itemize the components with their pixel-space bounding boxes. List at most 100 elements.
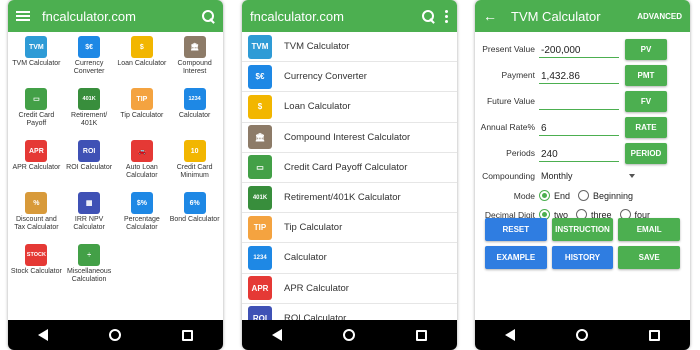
tvm-form: Present Value -200,000 PV Payment 1,432.86 PM… xyxy=(475,36,690,224)
field-label: Periods xyxy=(506,148,535,158)
nav-home-icon[interactable] xyxy=(108,329,121,341)
overflow-menu-icon[interactable] xyxy=(445,9,449,23)
discount-icon: % xyxy=(25,192,48,214)
compounding-select[interactable]: Monthly xyxy=(539,171,635,181)
percentage-icon: $% xyxy=(130,192,153,214)
grid-item[interactable]: 10 Credit Card Minimum xyxy=(168,140,221,186)
apr-icon: APR xyxy=(248,276,272,301)
grid-item[interactable]: $% Percentage Calculator xyxy=(116,192,169,238)
list-item[interactable]: 🏛 Compound Interest Calculator xyxy=(242,123,457,153)
list-item[interactable]: 1234 Calculator xyxy=(242,243,457,274)
list-item-label: Compound Interest Calculator xyxy=(284,131,411,143)
retirement-icon: 401K xyxy=(78,88,101,110)
tip-icon: TIP xyxy=(248,215,272,240)
advanced-button[interactable]: ADVANCED xyxy=(637,12,682,21)
compute-pmt-button[interactable]: PMT xyxy=(625,64,667,86)
list-item[interactable]: ▭ Credit Card Payoff Calculator xyxy=(242,153,457,183)
list-item[interactable]: TIP Tip Calculator xyxy=(242,213,457,244)
field-input[interactable]: -200,000 xyxy=(539,40,619,58)
grid-item-label: Compound Interest xyxy=(177,60,212,75)
phone-tvm-screen: ← TVM Calculator ADVANCED Present Value -… xyxy=(475,0,690,350)
action-buttons: RESET INSTRUCTION EMAIL EXAMPLE HISTORY SAVE xyxy=(485,218,680,269)
grid-item[interactable]: ÷ Miscellaneous Calculation xyxy=(63,244,116,290)
compute-period-button[interactable]: PERIOD xyxy=(625,142,667,164)
grid-item[interactable]: STOCK Stock Calculator xyxy=(10,244,63,290)
grid-item[interactable]: 🚗 Auto Loan Calculator xyxy=(116,140,169,186)
tvm-icon: TVM xyxy=(25,36,48,58)
nav-recent-icon[interactable] xyxy=(648,329,660,341)
field-input[interactable] xyxy=(539,92,619,110)
save-button[interactable]: SAVE xyxy=(618,246,680,269)
grid-item-label: Percentage Calculator xyxy=(123,216,160,231)
nav-back-icon[interactable] xyxy=(505,329,516,341)
email-button[interactable]: EMAIL xyxy=(618,218,680,241)
app-title: fncalculator.com xyxy=(42,8,136,24)
system-nav-bar xyxy=(8,320,223,350)
grid-item[interactable]: APR APR Calculator xyxy=(10,140,63,186)
compute-rate-button[interactable]: RATE xyxy=(625,116,667,138)
back-arrow-icon[interactable]: ← xyxy=(483,8,497,24)
compute-fv-button[interactable]: FV xyxy=(625,90,667,112)
mode-radio-beginning[interactable] xyxy=(578,190,590,201)
grid-item-label: APR Calculator xyxy=(12,164,61,171)
grid-item[interactable]: 1234 Calculator xyxy=(168,88,221,134)
system-nav-bar xyxy=(242,320,457,350)
tvm-field-row: Present Value -200,000 PV xyxy=(475,36,690,62)
field-label: Annual Rate% xyxy=(480,122,535,132)
field-label: Present Value xyxy=(482,44,535,54)
field-input[interactable]: 1,432.86 xyxy=(539,66,619,84)
search-icon[interactable] xyxy=(422,9,435,23)
field-input[interactable]: 6 xyxy=(539,118,619,136)
tip-icon: TIP xyxy=(130,88,153,110)
compounding-row: Compounding Monthly xyxy=(475,166,690,186)
grid-item[interactable]: $ Loan Calculator xyxy=(116,36,169,82)
field-label: Future Value xyxy=(486,96,535,106)
list-item[interactable]: 401K Retirement/401K Calculator xyxy=(242,183,457,214)
grid-item[interactable]: ▦ IRR NPV Calculator xyxy=(63,192,116,238)
nav-recent-icon[interactable] xyxy=(181,329,193,341)
grid-item[interactable]: % Discount and Tax Calculator xyxy=(10,192,63,238)
retirement-icon: 401K xyxy=(248,185,272,210)
nav-back-icon[interactable] xyxy=(272,329,283,341)
list-item[interactable]: $€ Currency Converter xyxy=(242,62,457,93)
compute-pv-button[interactable]: PV xyxy=(625,38,667,60)
grid-item[interactable]: 401K Retirement/ 401K xyxy=(63,88,116,134)
mode-radio-end[interactable] xyxy=(539,190,550,201)
irr-npv-icon: ▦ xyxy=(78,192,101,214)
grid-item[interactable]: ROI ROI Calculator xyxy=(63,140,116,186)
instruction-button[interactable]: INSTRUCTION xyxy=(551,218,614,241)
example-button[interactable]: EXAMPLE xyxy=(485,246,547,269)
bank-icon: 🏛 xyxy=(248,125,272,150)
nav-home-icon[interactable] xyxy=(342,329,355,341)
nav-home-icon[interactable] xyxy=(575,329,588,341)
screen-title: TVM Calculator xyxy=(511,8,601,24)
reset-button[interactable]: RESET xyxy=(485,218,547,241)
currency-icon: $€ xyxy=(248,64,272,89)
phone-grid-screen: fncalculator.com TVM TVM Calculator $€ Curr… xyxy=(8,0,223,350)
loan-house-icon: $ xyxy=(248,94,272,119)
list-item-label: Loan Calculator xyxy=(284,101,351,113)
nav-recent-icon[interactable] xyxy=(415,329,427,341)
grid-item[interactable]: ▭ Credit Card Payoff xyxy=(10,88,63,134)
list-item[interactable]: TVM TVM Calculator xyxy=(242,32,457,63)
search-icon[interactable] xyxy=(202,9,215,23)
nav-back-icon[interactable] xyxy=(38,329,49,341)
menu-icon[interactable] xyxy=(16,11,30,21)
grid-item[interactable]: 6% Bond Calculator xyxy=(168,192,221,238)
grid-item-label: Bond Calculator xyxy=(169,216,220,223)
compounding-label: Compounding xyxy=(482,171,535,181)
grid-item[interactable]: 🏛 Compound Interest xyxy=(168,36,221,82)
grid-item[interactable]: TIP Tip Calculator xyxy=(116,88,169,134)
list-item[interactable]: ROI ROI Calculator xyxy=(242,304,457,320)
grid-item[interactable]: TVM TVM Calculator xyxy=(10,36,63,82)
grid-item-label: Credit Card Minimum xyxy=(176,164,213,179)
field-input[interactable]: 240 xyxy=(539,144,619,162)
list-item[interactable]: APR APR Calculator xyxy=(242,274,457,304)
list-item[interactable]: $ Loan Calculator xyxy=(242,92,457,123)
calculator-icon: 1234 xyxy=(248,245,272,270)
grid-item-label: Loan Calculator xyxy=(117,60,167,67)
tvm-field-row: Payment 1,432.86 PMT xyxy=(475,62,690,88)
history-button[interactable]: HISTORY xyxy=(551,246,614,269)
grid-item[interactable]: $€ Currency Converter xyxy=(63,36,116,82)
grid-item-label: IRR NPV Calculator xyxy=(73,216,105,231)
